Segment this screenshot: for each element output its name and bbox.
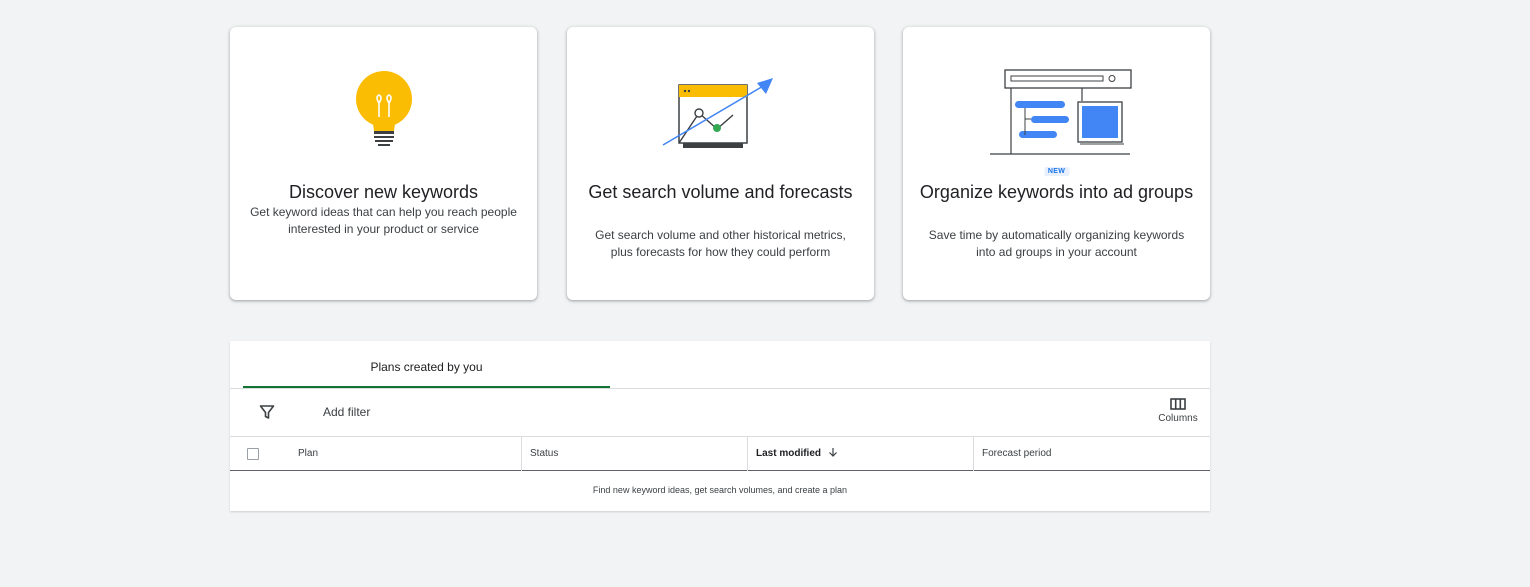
header-status[interactable]: Status: [521, 437, 747, 471]
search-volume-card[interactable]: Get search volume and forecasts Get sear…: [567, 27, 874, 300]
card-title: Get search volume and forecasts: [588, 182, 853, 202]
table-header-row: Plan Status Last modified Forecast perio…: [230, 437, 1210, 471]
add-filter-button[interactable]: Add filter: [323, 405, 370, 419]
filter-bar: Add filter Columns: [230, 389, 1210, 437]
card-description: Get search volume and other historical m…: [595, 228, 846, 259]
card-title: Organize keywords into ad groups: [919, 182, 1194, 202]
plans-tabbar: Plans created by you: [230, 341, 1210, 389]
filter-icon[interactable]: [259, 404, 275, 420]
columns-icon: [1170, 398, 1186, 410]
discover-keywords-card[interactable]: Discover new keywords Get keyword ideas …: [230, 27, 537, 300]
header-forecast-period[interactable]: Forecast period: [973, 437, 1210, 471]
lightbulb-icon: [355, 71, 412, 146]
chart-icon: [662, 78, 773, 148]
columns-label: Columns: [1158, 413, 1198, 424]
tab-plans-created-by-you[interactable]: Plans created by you: [243, 341, 610, 389]
header-plan[interactable]: Plan: [298, 437, 318, 471]
header-last-modified[interactable]: Last modified: [747, 437, 973, 471]
organize-keywords-card[interactable]: NEW Organize keywords into ad groups Sav…: [903, 27, 1210, 300]
select-all-checkbox[interactable]: [247, 448, 259, 460]
active-tab-indicator: [243, 386, 610, 388]
card-description: Get keyword ideas that can help you reac…: [250, 205, 517, 236]
arrow-down-icon: [828, 448, 837, 457]
chart-illustration: [567, 65, 874, 190]
new-badge: NEW: [1043, 167, 1070, 176]
plans-panel: Plans created by you Add filter Columns …: [230, 341, 1210, 511]
card-title: Discover new keywords: [288, 182, 479, 202]
organize-icon: [989, 69, 1132, 155]
header-last-modified-label: Last modified: [756, 448, 822, 459]
lightbulb-illustration: [230, 65, 537, 190]
columns-button[interactable]: Columns: [1150, 397, 1206, 433]
empty-state-message: Find new keyword ideas, get search volum…: [592, 485, 848, 495]
card-description: Save time by automatically organizing ke…: [928, 228, 1185, 259]
